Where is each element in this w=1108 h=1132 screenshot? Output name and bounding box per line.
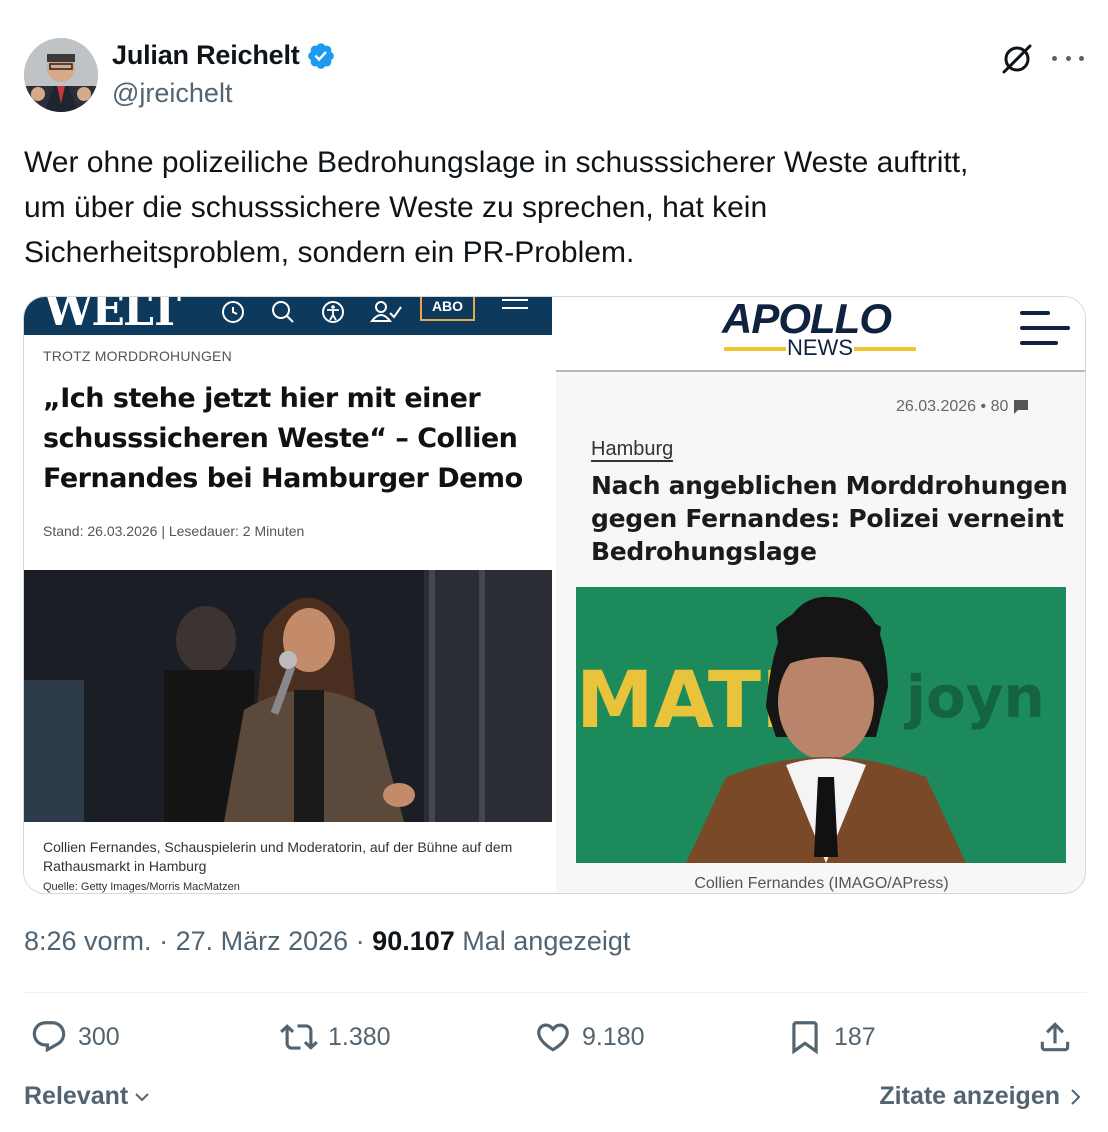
sort-dropdown[interactable]: Relevant bbox=[24, 1082, 152, 1111]
like-count: 9.180 bbox=[582, 1022, 645, 1051]
reply-icon bbox=[32, 1021, 66, 1053]
avatar[interactable] bbox=[24, 38, 98, 112]
repost-button[interactable]: 1.380 bbox=[280, 1018, 391, 1056]
welt-photo bbox=[24, 570, 552, 822]
view-quotes-link[interactable]: Zitate anzeigen bbox=[879, 1082, 1084, 1111]
apollo-caption: Collien Fernandes (IMAGO/APress) bbox=[694, 875, 949, 892]
welt-menu-icon bbox=[502, 299, 528, 319]
welt-meta: Stand: 26.03.2026 | Lesedauer: 2 Minuten bbox=[43, 523, 305, 539]
welt-header-bar: WELT ABO bbox=[24, 297, 552, 336]
grok-icon[interactable] bbox=[1000, 42, 1034, 76]
bookmark-count: 187 bbox=[834, 1022, 876, 1051]
media-container[interactable]: WELT ABO TROTZ MORDDROHUNGEN „Ich stehe … bbox=[23, 296, 1086, 894]
share-button[interactable] bbox=[1036, 1018, 1074, 1056]
apollo-photo-text-right: joyn bbox=[904, 663, 1045, 731]
repost-icon bbox=[280, 1024, 318, 1050]
view-quotes-label: Zitate anzeigen bbox=[879, 1082, 1060, 1110]
tweet-text-line: Sicherheitsproblem, sondern ein PR-Probl… bbox=[24, 236, 635, 269]
tweet-time[interactable]: 8:26 vorm. bbox=[24, 926, 152, 956]
welt-logo: WELT bbox=[44, 297, 181, 336]
author-name[interactable]: Julian Reichelt bbox=[112, 40, 300, 71]
reply-count: 300 bbox=[78, 1022, 120, 1051]
view-count: 90.107 bbox=[372, 926, 455, 956]
apollo-headline: Nach angeblichen Morddrohungen gegen Fer… bbox=[591, 471, 1068, 566]
abo-button: ABO bbox=[420, 297, 475, 321]
welt-source: Quelle: Getty Images/Morris MacMatzen bbox=[43, 881, 240, 893]
repost-count: 1.380 bbox=[328, 1022, 391, 1051]
like-button[interactable]: 9.180 bbox=[534, 1018, 645, 1056]
welt-headline: „Ich stehe jetzt hier mit einer schusssi… bbox=[43, 383, 523, 494]
author-name-line[interactable]: Julian Reichelt bbox=[112, 40, 336, 71]
more-options-icon[interactable] bbox=[1052, 44, 1084, 72]
clock-icon bbox=[222, 301, 244, 323]
view-count-label: Mal angezeigt bbox=[462, 926, 631, 956]
verified-badge-icon bbox=[307, 42, 334, 69]
heart-icon bbox=[537, 1023, 569, 1052]
user-check-icon bbox=[370, 301, 402, 322]
bookmark-button[interactable]: 187 bbox=[786, 1018, 876, 1056]
sort-label: Relevant bbox=[24, 1082, 129, 1110]
apollo-kicker: Hamburg bbox=[591, 438, 674, 462]
comment-icon bbox=[1014, 400, 1029, 414]
welt-article-image[interactable]: WELT ABO TROTZ MORDDROHUNGEN „Ich stehe … bbox=[24, 297, 552, 893]
tweet-timestamp: 8:26 vorm. · 27. März 2026 · 90.107 Mal … bbox=[24, 926, 631, 956]
tweet-text-line: Wer ohne polizeiliche Bedrohungslage in … bbox=[24, 146, 969, 179]
share-icon bbox=[1040, 1022, 1070, 1052]
tweet-text: Wer ohne polizeiliche Bedrohungslage in … bbox=[24, 140, 1084, 275]
search-icon bbox=[272, 301, 294, 323]
bookmark-icon bbox=[792, 1021, 818, 1055]
apollo-meta: 26.03.2026 • 80 bbox=[896, 398, 1030, 416]
apollo-article-image[interactable]: APOLLO NEWS 26.03.2026 • 80 Hamburg Nach… bbox=[556, 297, 1085, 893]
apollo-header: APOLLO NEWS bbox=[556, 297, 1085, 372]
welt-kicker: TROTZ MORDDROHUNGEN bbox=[43, 348, 232, 364]
author-handle[interactable]: @jreichelt bbox=[112, 78, 232, 109]
tweet-date[interactable]: 27. März 2026 bbox=[176, 926, 349, 956]
chevron-down-icon bbox=[135, 1092, 149, 1101]
reply-button[interactable]: 300 bbox=[30, 1018, 120, 1056]
apollo-menu-icon bbox=[1020, 311, 1070, 347]
apollo-logo-sub: NEWS bbox=[724, 335, 916, 361]
tweet-text-line: um über die schusssichere Weste zu sprec… bbox=[24, 191, 768, 224]
divider bbox=[24, 992, 1086, 993]
apollo-photo: MATE. joyn bbox=[576, 587, 1066, 863]
apollo-meta-text: 26.03.2026 • 80 bbox=[896, 398, 1009, 415]
chevron-right-icon bbox=[1071, 1088, 1081, 1105]
welt-caption: Collien Fernandes, Schauspielerin und Mo… bbox=[43, 839, 513, 874]
accessibility-icon bbox=[322, 301, 344, 323]
